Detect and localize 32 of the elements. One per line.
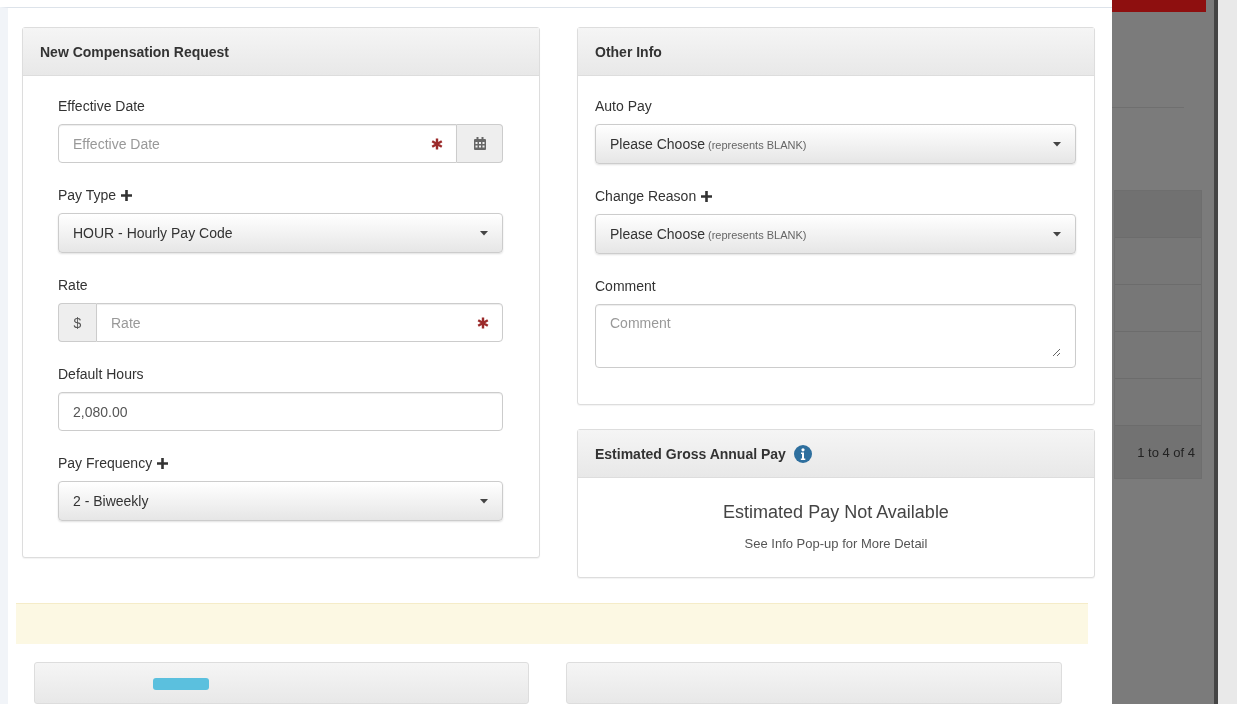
pager-text: 1 to 4 of 4 — [1137, 444, 1195, 460]
currency-prefix: $ — [58, 303, 96, 342]
panel-title: Estimated Gross Annual Pay — [595, 445, 786, 462]
comment-field[interactable]: Comment — [595, 304, 1076, 368]
field-label: Change Reason — [595, 188, 697, 204]
badge — [153, 678, 209, 690]
panel-title: New Compensation Request — [40, 43, 230, 60]
caret-icon — [1053, 141, 1061, 147]
field-label: Rate — [58, 277, 88, 293]
field-label: Effective Date — [58, 98, 145, 114]
caret-icon — [480, 230, 488, 236]
caret-icon — [480, 498, 488, 504]
date-field[interactable]: Effective Date — [58, 124, 457, 163]
dropdown[interactable]: HOUR - Hourly Pay Code — [58, 213, 503, 253]
info-icon — [793, 444, 812, 463]
field-label: Auto Pay — [595, 98, 652, 114]
dropdown[interactable]: Please Choose (represents BLANK) — [595, 124, 1076, 164]
status-detail: See Info Pop-up for More Detail — [743, 536, 929, 551]
rate-field[interactable]: Rate — [96, 303, 503, 342]
field-label: Comment — [595, 278, 656, 294]
info-button[interactable] — [793, 444, 812, 463]
status-message: Estimated Pay Not Available — [722, 502, 950, 523]
calendar-button[interactable] — [457, 124, 503, 163]
text-field[interactable]: 2,080.00 — [58, 392, 503, 431]
calendar-icon — [473, 137, 486, 150]
dropdown[interactable]: Please Choose (represents BLANK) — [595, 214, 1076, 254]
caret-icon — [1053, 231, 1061, 237]
panel-title: Other Info — [595, 43, 662, 60]
field-label: Pay Frequency — [58, 455, 153, 471]
field-label: Default Hours — [58, 366, 144, 382]
dropdown[interactable]: 2 - Biweekly — [58, 481, 503, 521]
field-label: Pay Type — [58, 187, 117, 203]
